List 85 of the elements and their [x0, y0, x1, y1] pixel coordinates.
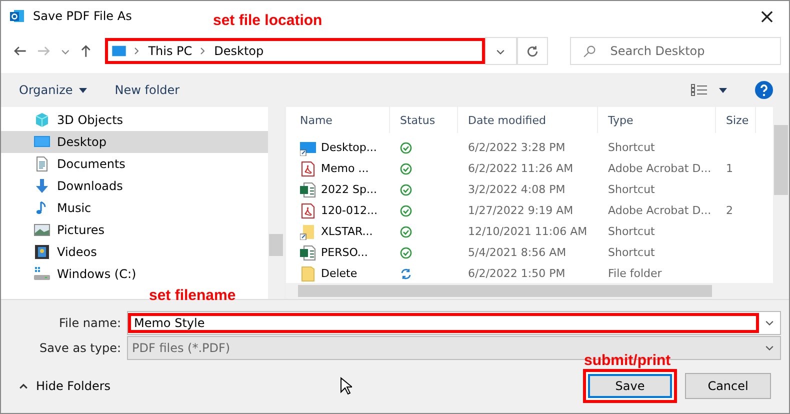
file-name[interactable]: 2022 Sp... — [321, 183, 377, 196]
field-label: Save as type: — [38, 340, 122, 354]
sidebar-item[interactable]: Windows (C:) — [1, 263, 268, 285]
back-arrow-icon[interactable] — [13, 44, 27, 58]
hide-folders-button[interactable]: Hide Folders — [13, 378, 117, 394]
file-name[interactable]: Memo ... — [321, 162, 369, 175]
chevron-down-icon — [765, 318, 774, 327]
document-icon — [34, 156, 50, 172]
type-cell-text: Shortcut — [607, 183, 656, 196]
view-options-icon[interactable] — [691, 84, 707, 96]
search-icon — [583, 44, 596, 58]
date-cell-text: 12/10/2021 11:06 AM — [467, 225, 588, 238]
field-label: File name: — [58, 316, 122, 330]
window-title: Save PDF File As — [33, 9, 132, 23]
size-cell: 2 — [726, 204, 733, 217]
film-icon — [34, 244, 50, 260]
monitor-icon — [112, 45, 126, 57]
folder-icon — [300, 266, 316, 282]
type-cell-text: File folder — [607, 267, 663, 280]
file-name[interactable]: 120-012... — [321, 204, 378, 217]
file-name[interactable]: XLSTAR... — [321, 225, 373, 238]
date-cell-text: 1/27/2022 9:19 AM — [467, 204, 574, 217]
date-cell-text: 6/2/2022 3:28 PM — [467, 141, 566, 154]
type-cell-text: Shortcut — [607, 246, 656, 259]
breadcrumb[interactable]: Desktop — [214, 44, 264, 58]
type-cell-text: Shortcut — [607, 141, 656, 154]
chevron-up-icon — [19, 382, 28, 390]
date-cell-text: 3/2/2022 4:08 PM — [467, 183, 566, 196]
refresh-button[interactable] — [516, 37, 548, 65]
annotation-label: set filename — [149, 288, 236, 303]
refresh-icon — [526, 44, 539, 58]
scrollbar[interactable] — [268, 107, 284, 299]
type-cell-text: Adobe Acrobat D... — [607, 162, 712, 175]
chevron-right-icon — [200, 47, 206, 55]
picture-icon — [34, 222, 50, 238]
sidebar-item[interactable]: Downloads — [1, 175, 268, 197]
caret-icon[interactable] — [719, 88, 727, 92]
search-field[interactable]: Search Desktop — [608, 43, 762, 59]
save-button[interactable]: Save — [583, 369, 678, 403]
address-bar[interactable]: This PC Desktop — [105, 38, 486, 64]
annotation-label: set file location — [213, 13, 322, 28]
breadcrumb[interactable]: This PC — [148, 44, 192, 58]
caret-icon — [78, 88, 87, 92]
size-cell: 1 — [726, 162, 733, 175]
file-name-field[interactable]: Memo Style — [127, 310, 781, 334]
file-name[interactable]: Delete — [321, 267, 358, 280]
pdf-file-icon — [300, 202, 316, 218]
column-header[interactable]: Date modified — [458, 107, 598, 133]
app-icon — [9, 8, 25, 24]
date-cell-text: 6/2/2022 11:26 AM — [467, 162, 574, 175]
sidebar-item[interactable]: Music — [1, 197, 268, 219]
date-cell-text: 5/4/2021 8:56 AM — [467, 246, 568, 259]
cube-icon — [34, 112, 50, 128]
spreadsheet-icon — [300, 244, 316, 260]
monitor-icon — [34, 134, 50, 150]
close-button[interactable]: × — [745, 1, 789, 31]
help-icon[interactable] — [755, 81, 773, 99]
type-cell-text: Adobe Acrobat D... — [607, 204, 712, 217]
new-folder-button[interactable]: New folder — [114, 83, 180, 97]
column-header[interactable]: Type — [598, 107, 716, 133]
down-arrow-icon — [34, 178, 50, 194]
scrollbar[interactable] — [286, 283, 789, 299]
search-box[interactable]: Search Desktop — [570, 37, 782, 65]
sidebar-item[interactable]: 3D Objects — [1, 109, 268, 131]
column-header[interactable]: Status — [390, 107, 458, 133]
shortcut-icon — [300, 140, 316, 156]
pdf-file-icon — [300, 160, 316, 176]
spreadsheet-icon — [300, 182, 316, 198]
chevron-down-icon — [765, 343, 774, 352]
date-cell-text: 6/2/2022 1:50 PM — [467, 267, 566, 280]
column-header[interactable]: Name — [290, 107, 390, 133]
type-cell-text: Shortcut — [607, 225, 656, 238]
drive-icon — [34, 266, 50, 282]
mouse-cursor-icon — [340, 377, 352, 395]
file-name[interactable]: PERSO... — [321, 246, 368, 259]
folder-shortcut-icon — [300, 224, 316, 240]
sidebar-item[interactable]: Pictures — [1, 219, 268, 241]
chevron-right-icon — [134, 47, 140, 55]
sidebar-item[interactable]: Documents — [1, 153, 268, 175]
file-name[interactable]: Desktop... — [321, 141, 377, 154]
column-header[interactable]: Size — [716, 107, 756, 133]
cancel-button[interactable]: Cancel — [685, 373, 772, 399]
sidebar-item[interactable]: Videos — [1, 241, 268, 263]
organize-button[interactable]: Organize — [19, 83, 73, 97]
sidebar-item[interactable]: Desktop — [1, 131, 268, 153]
